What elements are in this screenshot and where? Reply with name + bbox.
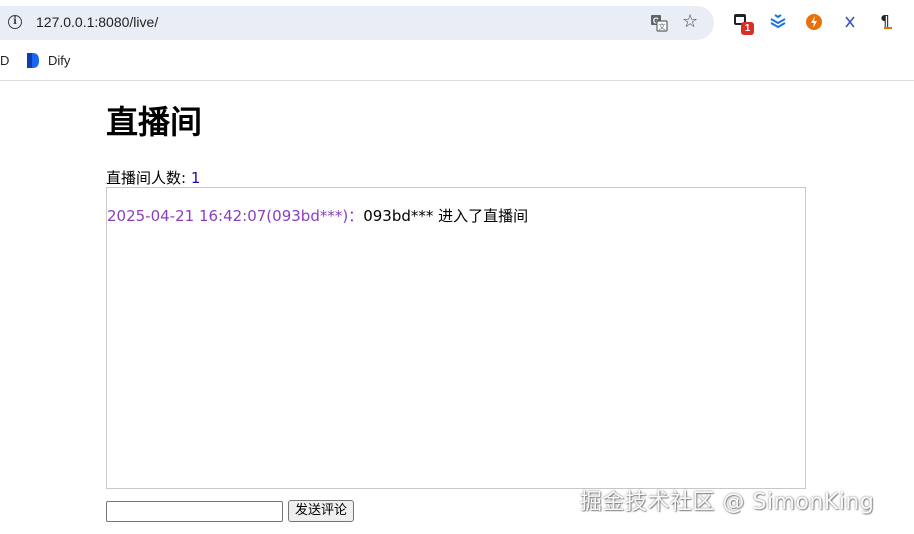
dify-logo-icon [27, 53, 39, 68]
x-extension-icon[interactable] [840, 12, 860, 32]
site-info-icon[interactable]: i [8, 15, 22, 29]
bookmark-dify[interactable]: Dify [48, 53, 70, 68]
orange-extension-icon[interactable] [804, 12, 824, 32]
page-title: 直播间 [106, 103, 203, 141]
submit-comment-button[interactable]: 发送评论 [288, 500, 355, 522]
svg-text:文: 文 [659, 22, 666, 31]
layers-extension-icon[interactable] [768, 12, 788, 32]
comment-input[interactable] [106, 501, 283, 522]
bookmark-d[interactable]: D [0, 53, 9, 68]
message-meta: 2025-04-21 16:42:07(093bd***)： [107, 207, 364, 225]
pilcrow-extension-icon[interactable]: ¶ [876, 12, 896, 32]
bookmarks-bar: D Dify [0, 44, 914, 81]
bookmark-star-icon[interactable]: ☆ [682, 13, 700, 31]
browser-toolbar: i 127.0.0.1:8080/live/ G 文 ☆ 1 ¶ [0, 0, 914, 44]
viewer-count-line: 直播间人数: 1 [106, 168, 200, 188]
address-bar[interactable]: i 127.0.0.1:8080/live/ G 文 ☆ [0, 6, 714, 40]
message-list[interactable]: 2025-04-21 16:42:07(093bd***)：093bd*** 进… [106, 187, 806, 489]
viewer-count-label: 直播间人数: [106, 169, 187, 187]
message-item: 2025-04-21 16:42:07(093bd***)：093bd*** 进… [107, 206, 528, 226]
extension-puzzle-icon[interactable]: 1 [733, 12, 754, 35]
message-text: 093bd*** 进入了直播间 [363, 207, 529, 225]
viewer-count-value: 1 [190, 169, 201, 187]
url-text[interactable]: 127.0.0.1:8080/live/ [36, 14, 158, 30]
extension-badge: 1 [741, 22, 754, 35]
watermark: 掘金技术社区 @ SimonKing [580, 490, 875, 515]
page: i 127.0.0.1:8080/live/ G 文 ☆ 1 ¶ D Dify … [0, 0, 914, 534]
translate-icon[interactable]: G 文 [650, 14, 668, 32]
